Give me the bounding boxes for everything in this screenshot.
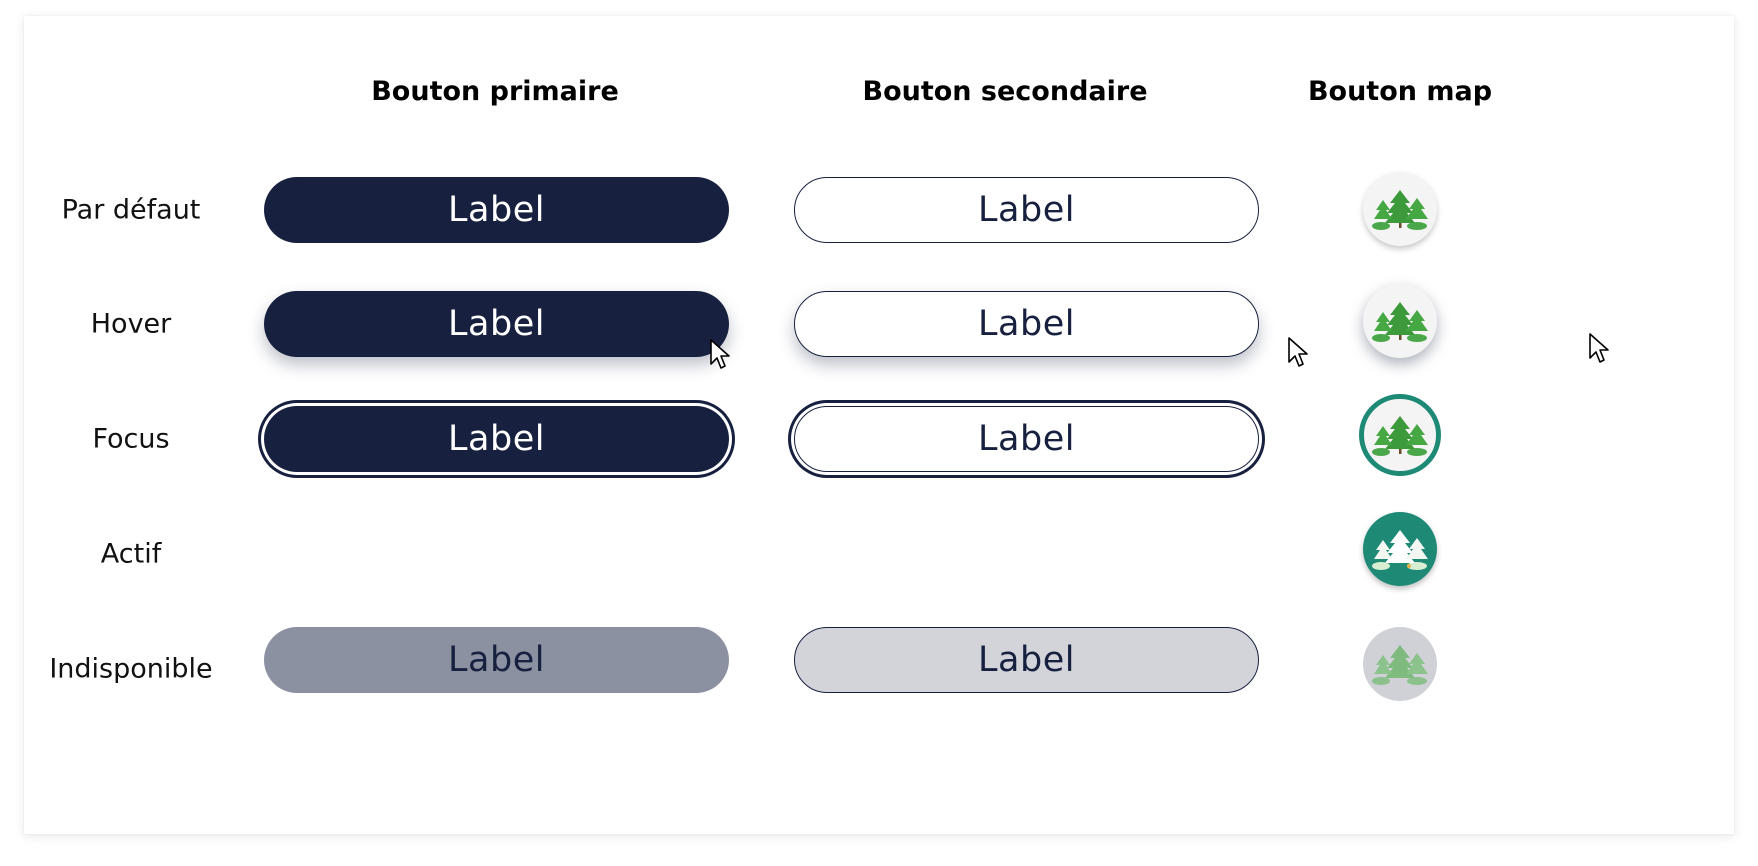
mouse-pointer-icon — [1589, 333, 1609, 363]
mouse-pointer-icon — [710, 339, 730, 369]
map-button-active[interactable] — [1363, 512, 1437, 586]
button-label: Label — [978, 640, 1075, 680]
row-label-disabled: Indisponible — [49, 653, 213, 685]
button-label: Label — [978, 190, 1075, 230]
button-label: Label — [448, 419, 545, 459]
row-label-active: Actif — [100, 538, 162, 570]
button-label: Label — [448, 304, 545, 344]
row-label-focus: Focus — [92, 423, 170, 455]
map-button-focus[interactable] — [1359, 394, 1441, 476]
primary-button-focus[interactable]: Label — [264, 406, 729, 472]
forest-trees-icon — [1372, 190, 1428, 230]
secondary-button-focus[interactable]: Label — [794, 406, 1259, 472]
mouse-pointer-icon — [1288, 337, 1308, 367]
page: Bouton primaire Bouton secondaire Bouton… — [0, 0, 1758, 866]
secondary-button-disabled: Label — [794, 627, 1259, 693]
button-label: Label — [978, 304, 1075, 344]
button-label: Label — [978, 419, 1075, 459]
row-label-default: Par défaut — [61, 194, 201, 226]
map-button-disabled — [1363, 627, 1437, 701]
secondary-button-hover[interactable]: Label — [794, 291, 1259, 357]
forest-trees-icon — [1372, 530, 1428, 570]
primary-button-disabled: Label — [264, 627, 729, 693]
header-secondary-button: Bouton secondaire — [862, 76, 1148, 107]
component-states-card: Bouton primaire Bouton secondaire Bouton… — [24, 16, 1734, 834]
map-button-default[interactable] — [1363, 172, 1437, 246]
primary-button-hover[interactable]: Label — [264, 291, 729, 357]
map-button-hover[interactable] — [1363, 284, 1437, 358]
forest-trees-icon — [1372, 302, 1428, 342]
row-label-hover: Hover — [90, 308, 172, 340]
forest-trees-icon — [1372, 416, 1428, 456]
header-primary-button: Bouton primaire — [371, 76, 619, 107]
header-map-button: Bouton map — [1307, 76, 1493, 107]
button-label: Label — [448, 640, 545, 680]
button-label: Label — [448, 190, 545, 230]
forest-trees-icon — [1372, 645, 1428, 685]
primary-button-default[interactable]: Label — [264, 177, 729, 243]
secondary-button-default[interactable]: Label — [794, 177, 1259, 243]
